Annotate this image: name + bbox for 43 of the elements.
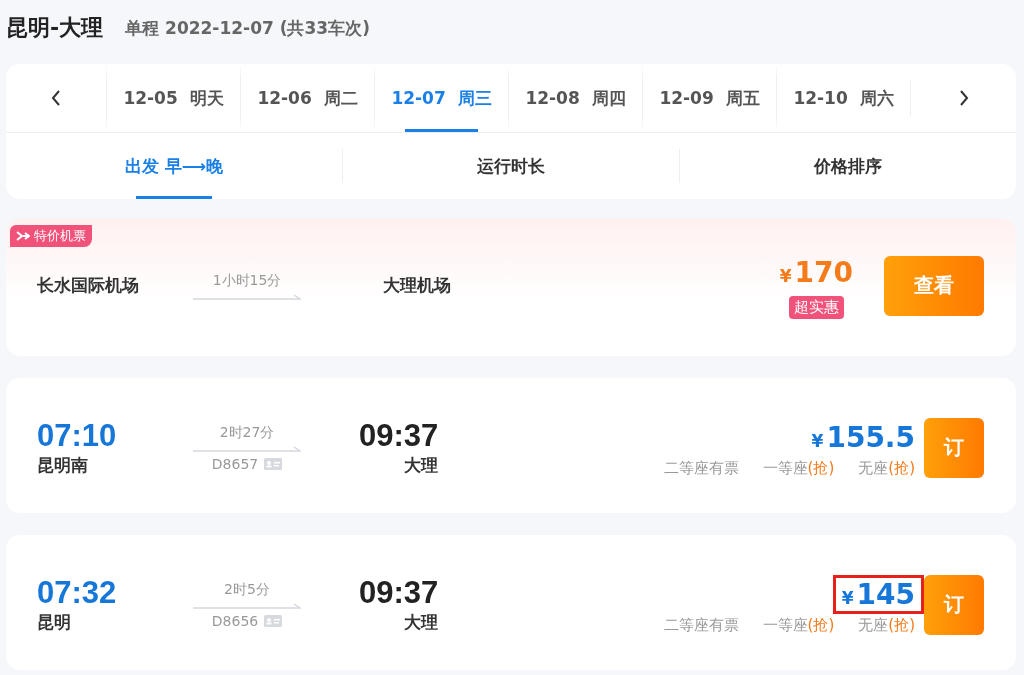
seat-class: 二等座有票 — [663, 458, 739, 477]
seat-status: (抢) — [888, 458, 915, 477]
duration: 2时27分 — [219, 423, 275, 442]
departure-station: 昆明南 — [37, 454, 89, 477]
date-tab[interactable]: 12-10 周六 — [776, 64, 910, 132]
sort-tab[interactable]: 出发 早⟶晚 — [6, 133, 342, 199]
sort-tab[interactable]: 运行时长 — [343, 133, 679, 199]
departure-station: 昆明 — [37, 611, 72, 634]
arrival-station: 大理 — [404, 454, 439, 477]
departure-time: 07:32 — [37, 575, 118, 611]
flight-badge: 特价机票 — [10, 225, 92, 247]
departure-time: 07:10 — [37, 418, 118, 454]
date-tab[interactable]: 12-09 周五 — [642, 64, 776, 132]
seat-class: 一等座 — [762, 458, 808, 477]
flight-price: ¥170 — [778, 254, 854, 291]
seat-class: 一等座 — [762, 615, 808, 634]
date-tab[interactable]: 12-07 周三 — [374, 64, 508, 132]
sort-tab[interactable]: 价格排序 — [680, 133, 1016, 199]
seat-class: 无座 — [858, 615, 889, 634]
id-card-icon — [264, 614, 283, 627]
arrival-time: 09:37 — [359, 418, 439, 454]
train-number: D8657 — [211, 455, 259, 472]
seat-status: (抢) — [888, 615, 915, 634]
id-card-icon — [264, 457, 283, 470]
duration: 1小时15分 — [212, 271, 282, 290]
seat-class: 无座 — [858, 458, 889, 477]
deal-tag: 超实惠 — [788, 295, 844, 319]
departure-airport: 长水国际机场 — [37, 274, 140, 297]
date-tab[interactable]: 12-06 周二 — [240, 64, 374, 132]
date-tab[interactable]: 12-05 明天 — [106, 64, 240, 132]
trip-summary: 单程 2022-12-07 (共33车次) — [125, 16, 370, 40]
route-title: 昆明-大理 — [6, 14, 104, 42]
train-price: ¥145 — [832, 574, 924, 614]
train-number: D8656 — [211, 612, 259, 629]
train-price: ¥155.5 — [810, 419, 916, 456]
seat-status: (抢) — [807, 458, 835, 477]
seat-class: 二等座有票 — [663, 615, 739, 634]
date-tab[interactable]: 12-08 周四 — [508, 64, 642, 132]
arrival-station: 大理 — [404, 611, 439, 634]
seat-status: (抢) — [807, 615, 835, 634]
arrival-airport: 大理机场 — [383, 274, 451, 297]
arrival-time: 09:37 — [359, 575, 439, 611]
duration: 2时5分 — [224, 580, 270, 599]
